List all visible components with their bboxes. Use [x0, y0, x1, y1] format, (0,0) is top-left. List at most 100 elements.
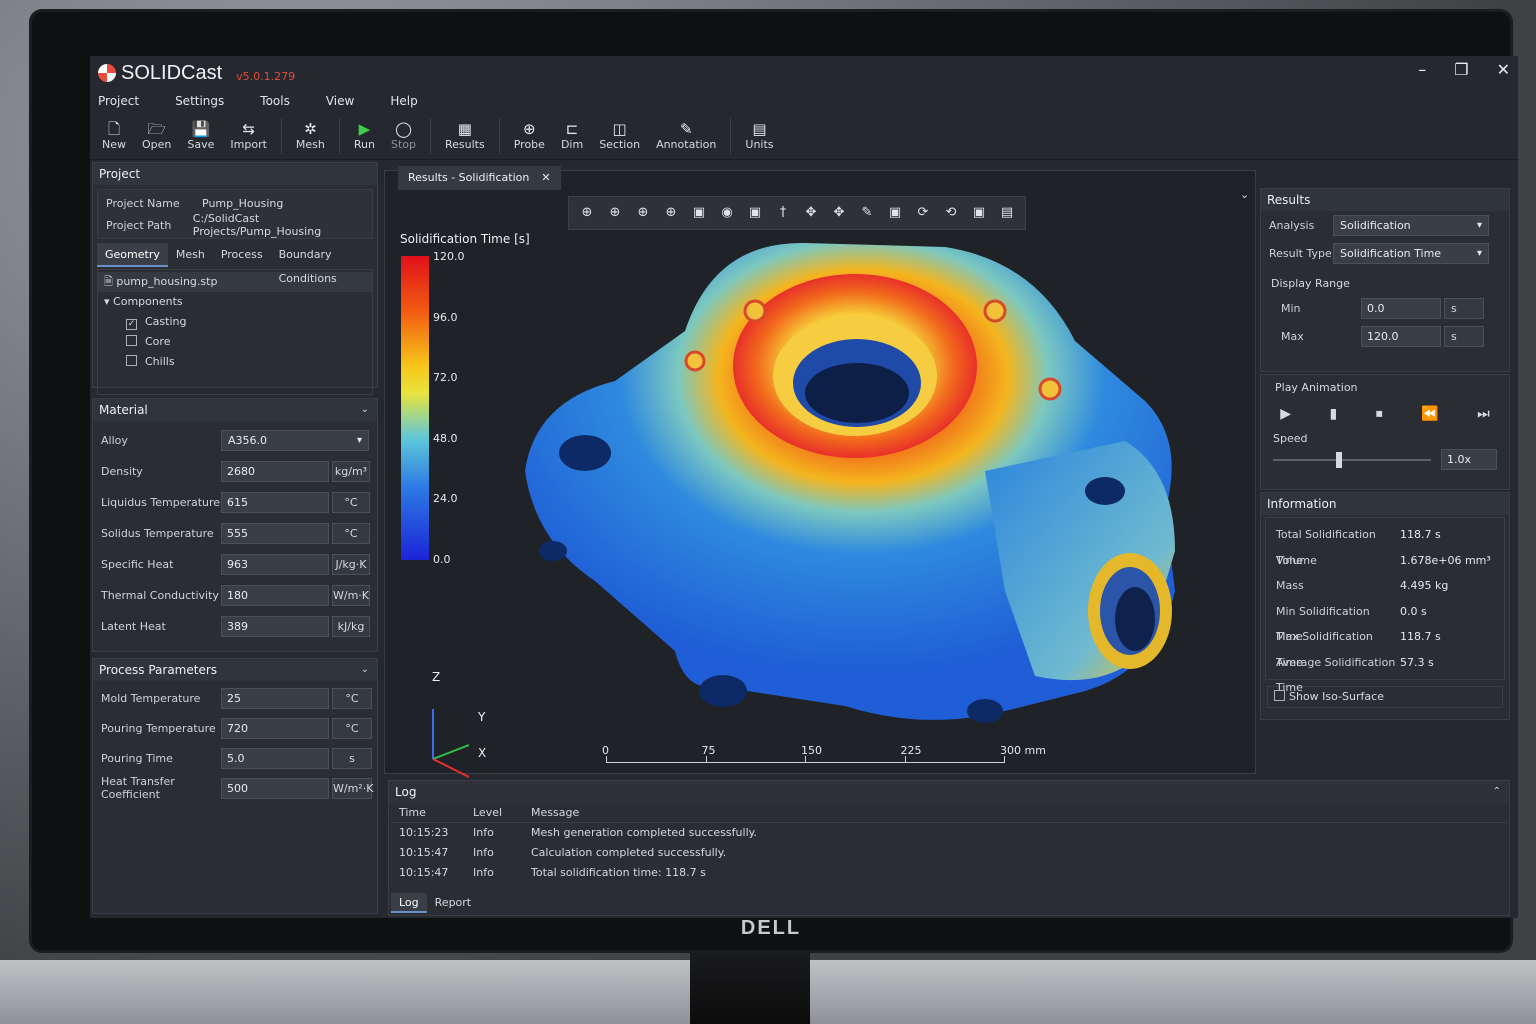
speed-slider-thumb[interactable]	[1336, 452, 1343, 468]
save-button[interactable]: 💾 Save	[179, 120, 222, 151]
main-toolbar: 🗋 New 🗁 Open 💾 Save ⇆ Import ✲ Mesh ▶ Run ◯ Stop ▦ Resu…	[90, 112, 1518, 160]
property-input[interactable]: 180	[221, 585, 329, 606]
stop-frame-icon[interactable]: ⏹	[1376, 406, 1383, 422]
menu-tools[interactable]: Tools	[260, 94, 290, 108]
viewport-dropdown-icon[interactable]: ⌄	[1240, 188, 1249, 201]
component-checkbox[interactable]: ✓	[126, 319, 137, 330]
new-button[interactable]: 🗋 New	[94, 120, 134, 151]
view-tool-icon[interactable]: ⊕	[603, 201, 627, 225]
tab-report[interactable]: Report	[427, 893, 479, 913]
max-input[interactable]: 120.0	[1361, 325, 1441, 347]
result-type-select[interactable]: Solidification Time	[1333, 242, 1489, 264]
property-input[interactable]: 555	[221, 523, 329, 544]
dim-button[interactable]: ⊏ Dim	[553, 120, 591, 151]
view-tool-icon[interactable]: ▣	[687, 201, 711, 225]
chevron-down-icon[interactable]: ⌄	[361, 399, 369, 421]
component-item[interactable]: Core	[126, 332, 366, 352]
property-input[interactable]: 389	[221, 616, 329, 637]
tab-boundary-conditions[interactable]: Boundary Conditions	[271, 243, 373, 285]
tab-mesh[interactable]: Mesh	[168, 243, 213, 267]
component-item[interactable]: ✓ Casting	[126, 312, 366, 332]
chevron-down-icon[interactable]: ⌄	[361, 659, 369, 681]
analysis-select[interactable]: Solidification	[1333, 214, 1489, 236]
tree-item-components[interactable]: ▾ Components	[104, 292, 366, 312]
min-input[interactable]: 0.0	[1361, 297, 1441, 319]
import-button[interactable]: ⇆ Import	[222, 120, 275, 151]
view-tool-icon[interactable]: ◉	[715, 201, 739, 225]
3d-viewport[interactable]	[384, 170, 1256, 778]
rewind-icon[interactable]: ⏪	[1421, 406, 1438, 422]
tab-geometry[interactable]: Geometry	[97, 243, 168, 267]
casting-model[interactable]	[385, 171, 1255, 773]
scale-tick	[1004, 756, 1005, 763]
results-button[interactable]: ▦ Results	[437, 120, 493, 151]
min-label: Min	[1281, 301, 1301, 315]
minimize-button[interactable]: –	[1418, 60, 1426, 79]
parameter-input[interactable]: 720	[221, 717, 329, 739]
iso-surface-checkbox[interactable]	[1274, 690, 1285, 701]
maximize-button[interactable]: ❐	[1454, 60, 1468, 79]
component-checkbox[interactable]	[126, 355, 137, 366]
view-tool-icon[interactable]: ✥	[799, 201, 823, 225]
view-tool-icon[interactable]: ▤	[995, 201, 1019, 225]
tab-log[interactable]: Log	[391, 893, 427, 913]
max-label: Max	[1281, 329, 1304, 343]
property-input[interactable]: 2680	[221, 461, 329, 482]
tab-results-solidification[interactable]: Results - Solidification ✕	[398, 166, 561, 190]
play-icon[interactable]: ▶	[1280, 406, 1291, 422]
column-level: Level	[473, 806, 503, 819]
parameter-label: Pouring Temperature	[101, 721, 216, 735]
section-button[interactable]: ◫ Section	[591, 120, 648, 151]
info-value: 118.7 s	[1400, 528, 1441, 541]
probe-label: Probe	[513, 138, 545, 151]
view-tool-icon[interactable]: ✎	[855, 201, 879, 225]
speed-value[interactable]: 1.0x	[1441, 449, 1497, 470]
view-tool-icon[interactable]: ⟳	[911, 201, 935, 225]
log-time: 10:15:23	[399, 826, 449, 839]
view-tool-icon[interactable]: ⟲	[939, 201, 963, 225]
view-tool-icon[interactable]: ⊕	[659, 201, 683, 225]
view-tool-icon[interactable]: †	[771, 201, 795, 225]
iso-surface-toggle[interactable]: Show Iso-Surface	[1267, 686, 1503, 708]
iso-surface-label: Show Iso-Surface	[1289, 690, 1384, 703]
component-item[interactable]: Chills	[126, 352, 366, 372]
property-input[interactable]: 615	[221, 492, 329, 513]
menu-bar: Project Settings Tools View Help	[90, 90, 1518, 112]
mesh-button[interactable]: ✲ Mesh	[288, 120, 333, 151]
annotation-button[interactable]: ✎ Annotation	[648, 120, 724, 151]
view-toolbar: ⊕ ⊕ ⊕ ⊕ ▣ ◉ ▣ † ✥ ✥ ✎ ▣ ⟳ ⟲ ▣ ▤	[568, 196, 1026, 230]
toolbar-separator	[280, 117, 282, 154]
component-checkbox[interactable]	[126, 335, 137, 346]
log-table-header: Time Level Message	[391, 803, 1507, 823]
stop-button[interactable]: ◯ Stop	[383, 120, 424, 151]
speed-slider[interactable]	[1273, 459, 1431, 461]
alloy-select[interactable]: A356.0	[221, 430, 369, 451]
view-tool-icon[interactable]: ⊕	[631, 201, 655, 225]
units-button[interactable]: ▤ Units	[737, 120, 781, 151]
view-tool-icon[interactable]: ▣	[743, 201, 767, 225]
probe-button[interactable]: ⊕ Probe	[506, 120, 553, 151]
close-tab-icon[interactable]: ✕	[541, 171, 550, 184]
parameter-input[interactable]: 25	[221, 687, 329, 709]
tab-process[interactable]: Process	[213, 243, 271, 267]
property-input[interactable]: 963	[221, 554, 329, 575]
pause-icon[interactable]: ▮	[1330, 406, 1338, 422]
view-tool-icon[interactable]: ✥	[827, 201, 851, 225]
parameter-input[interactable]: 500	[221, 777, 329, 799]
chevron-up-icon[interactable]: ⌃	[1493, 781, 1501, 803]
menu-project[interactable]: Project	[98, 94, 139, 108]
new-file-icon: 🗋	[107, 120, 121, 138]
view-tool-icon[interactable]: ▣	[967, 201, 991, 225]
parameter-input[interactable]: 5.0	[221, 747, 329, 769]
skip-end-icon[interactable]: ⏭	[1477, 406, 1490, 422]
property-label: Specific Heat	[101, 558, 174, 571]
view-tool-icon[interactable]: ▣	[883, 201, 907, 225]
menu-view[interactable]: View	[326, 94, 354, 108]
menu-help[interactable]: Help	[390, 94, 417, 108]
run-button[interactable]: ▶ Run	[346, 120, 383, 151]
menu-settings[interactable]: Settings	[175, 94, 224, 108]
legend-tick-label: 96.0	[433, 310, 458, 324]
close-button[interactable]: ✕	[1497, 60, 1510, 79]
view-tool-icon[interactable]: ⊕	[575, 201, 599, 225]
open-button[interactable]: 🗁 Open	[134, 120, 179, 151]
